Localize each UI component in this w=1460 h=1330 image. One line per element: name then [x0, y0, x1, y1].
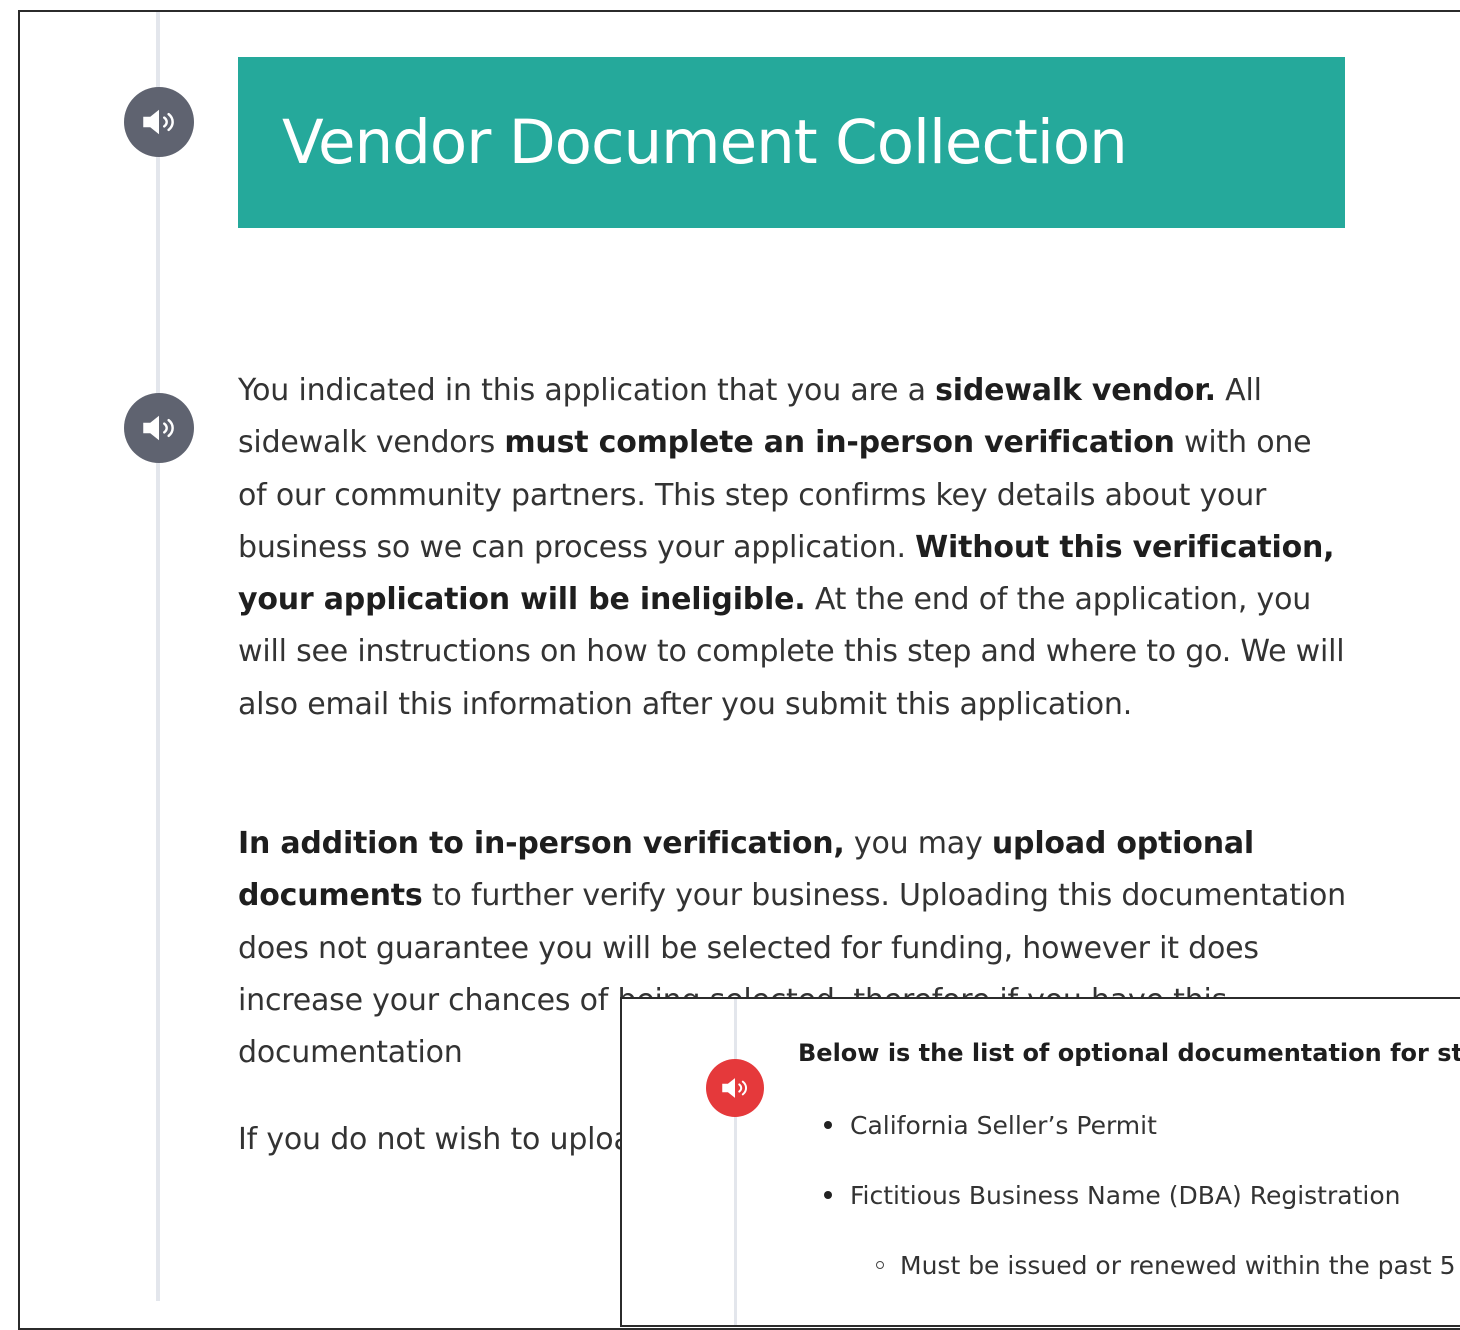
list-item-label: California Seller’s Permit	[850, 1111, 1157, 1140]
list-item: California Seller’s Permit	[824, 1111, 1157, 1140]
text: you may	[844, 826, 992, 861]
bullet-icon	[824, 1121, 832, 1129]
speaker-icon[interactable]	[124, 393, 194, 463]
page-title: Vendor Document Collection	[282, 107, 1128, 178]
bullet-icon	[824, 1191, 832, 1199]
speaker-icon[interactable]	[706, 1059, 764, 1117]
hollow-bullet-icon	[876, 1261, 884, 1269]
list-item: Fictitious Business Name (DBA) Registrat…	[824, 1181, 1400, 1210]
optional-docs-heading: Below is the list of optional documentat…	[798, 1039, 1460, 1067]
list-item-label: Must be issued or renewed within the pas…	[900, 1251, 1456, 1280]
text: You indicated in this application that y…	[238, 373, 936, 408]
zoom-callout-panel: Below is the list of optional documentat…	[620, 997, 1460, 1327]
bold-text: sidewalk vendor.	[935, 373, 1216, 408]
speaker-glyph	[143, 109, 174, 135]
speaker-glyph	[722, 1078, 748, 1098]
list-item-label: Fictitious Business Name (DBA) Registrat…	[850, 1181, 1401, 1210]
bold-text: must complete an in-person verification	[504, 425, 1175, 461]
sub-list-item: Must be issued or renewed within the pas…	[876, 1251, 1456, 1280]
title-banner: Vendor Document Collection	[238, 57, 1345, 228]
speaker-icon[interactable]	[124, 87, 194, 157]
intro-paragraph: You indicated in this application that y…	[238, 365, 1348, 731]
timeline-line	[734, 999, 737, 1325]
bold-text: In addition to in-person verification,	[238, 826, 845, 861]
speaker-glyph	[143, 415, 174, 441]
timeline-line	[156, 12, 160, 1301]
